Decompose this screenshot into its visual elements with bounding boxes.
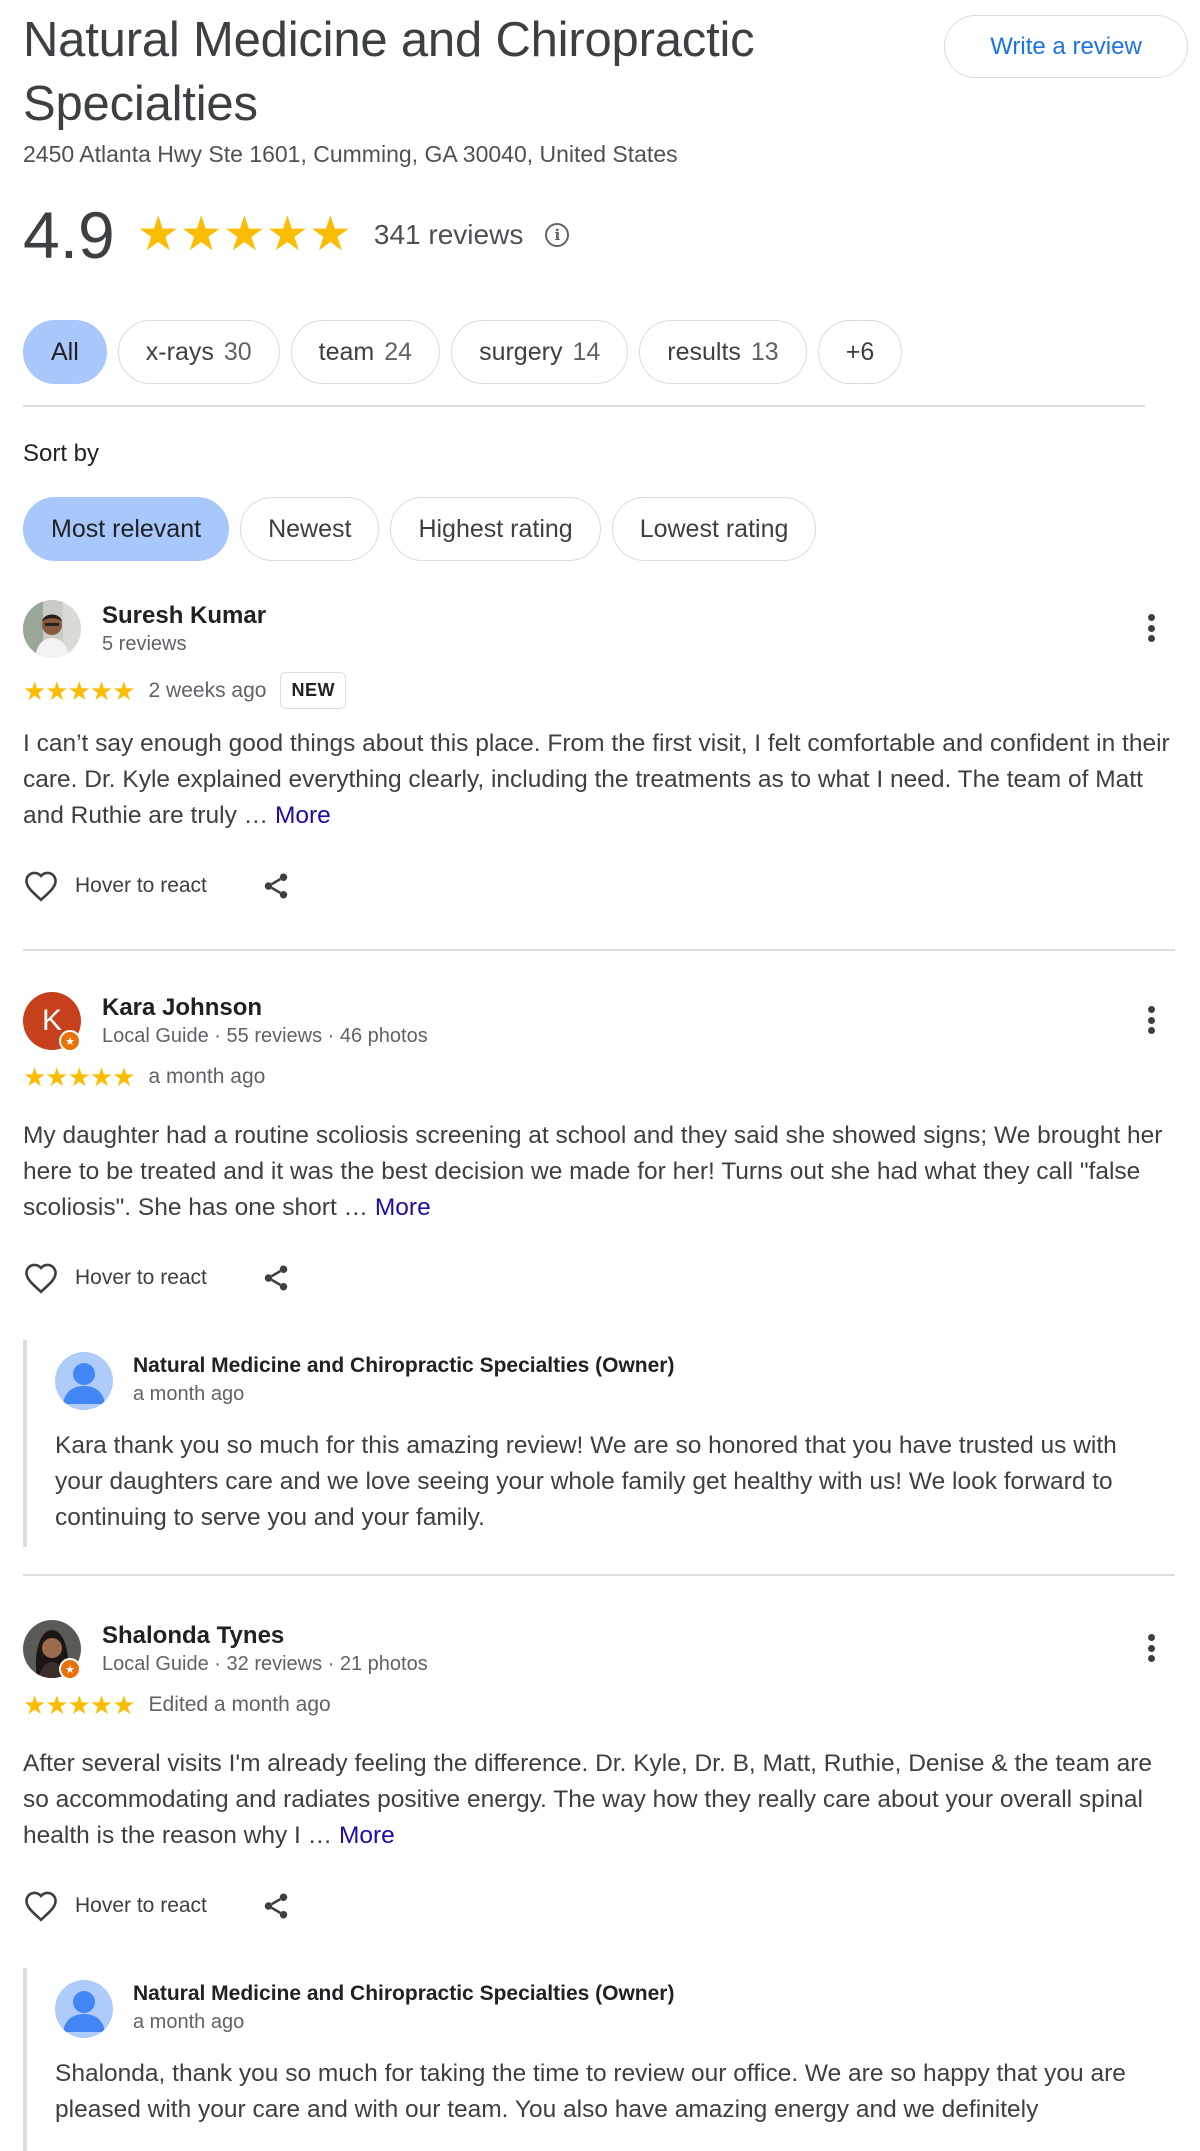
- review-card: ★ Shalonda Tynes Local Guide · 32 review…: [23, 1620, 1173, 1960]
- hover-to-react-label: Hover to react: [75, 1894, 207, 1917]
- review-author[interactable]: Kara Johnson: [102, 994, 262, 1022]
- chip-label: results: [667, 337, 741, 366]
- share-icon[interactable]: [261, 870, 291, 902]
- chip-count: 24: [384, 337, 413, 366]
- more-options-icon[interactable]: [1139, 610, 1163, 646]
- more-link[interactable]: More: [375, 1194, 431, 1221]
- heart-icon[interactable]: [23, 870, 59, 902]
- chip-count: 13: [750, 337, 779, 366]
- review-text-content: After several visits I'm already feeling…: [23, 1750, 1152, 1849]
- review-actions: Hover to react: [23, 1262, 291, 1294]
- topic-filter-chips: All x-rays 30 team 24 surgery 14 results…: [23, 320, 903, 384]
- owner-response: Natural Medicine and Chiropractic Specia…: [23, 1340, 1173, 1547]
- review-date: a month ago: [148, 1065, 266, 1088]
- chip-label: All: [51, 337, 79, 366]
- avatar[interactable]: [23, 600, 81, 658]
- heart-icon[interactable]: [23, 1262, 59, 1294]
- chip-label: +6: [845, 337, 875, 366]
- hover-to-react-label: Hover to react: [75, 1266, 207, 1289]
- more-link[interactable]: More: [339, 1822, 395, 1849]
- sort-chip-most-relevant[interactable]: Most relevant: [23, 497, 230, 561]
- review-text-content: I can’t say enough good things about thi…: [23, 730, 1170, 829]
- review-author-meta: Local Guide · 55 reviews · 46 photos: [102, 1025, 428, 1047]
- review-rating: ★★★★★ a month ago: [23, 1064, 265, 1090]
- chip-label: x-rays: [145, 337, 214, 366]
- local-guide-badge-icon: ★: [59, 1658, 81, 1680]
- filter-chip-more[interactable]: +6: [817, 320, 903, 384]
- sort-chip-lowest-rating[interactable]: Lowest rating: [611, 497, 817, 561]
- filter-chip-results[interactable]: results 13: [639, 320, 807, 384]
- avatar[interactable]: ★: [23, 1620, 81, 1680]
- owner-reply-text: Shalonda, thank you so much for taking t…: [55, 2060, 1126, 2123]
- chip-count: 30: [223, 337, 252, 366]
- divider: [23, 1574, 1175, 1576]
- chip-label: Lowest rating: [639, 514, 789, 543]
- filter-chip-team[interactable]: team 24: [290, 320, 441, 384]
- review-card: Suresh Kumar 5 reviews ★★★★★ 2 weeks ago…: [23, 600, 1173, 940]
- sort-by-label: Sort by: [23, 440, 100, 467]
- star-rating-icon: ★★★★★: [23, 1062, 136, 1092]
- review-text: After several visits I'm already feeling…: [23, 1746, 1173, 1854]
- share-icon[interactable]: [261, 1890, 291, 1922]
- owner-reply-text: Kara thank you so much for this amazing …: [55, 1432, 1117, 1531]
- review-text: I can’t say enough good things about thi…: [23, 726, 1173, 834]
- info-icon[interactable]: i: [545, 223, 570, 247]
- review-text-content: My daughter had a routine scoliosis scre…: [23, 1122, 1163, 1221]
- chip-label: team: [318, 337, 375, 366]
- avatar-letter: K: [41, 1004, 62, 1037]
- more-options-icon[interactable]: [1139, 1630, 1163, 1666]
- business-header: Natural Medicine and Chiropractic Specia…: [23, 8, 923, 168]
- review-actions: Hover to react: [23, 870, 291, 902]
- star-rating-icon: ★★★★★: [23, 1690, 136, 1720]
- review-text: My daughter had a routine scoliosis scre…: [23, 1118, 1173, 1226]
- more-link[interactable]: More: [275, 802, 331, 829]
- filter-chip-surgery[interactable]: surgery 14: [451, 320, 629, 384]
- review-date: Edited a month ago: [148, 1693, 331, 1716]
- owner-reply-date: a month ago: [133, 2011, 245, 2033]
- local-guide-badge-icon: ★: [59, 1030, 81, 1052]
- owner-avatar: [55, 1352, 113, 1410]
- review-rating: ★★★★★ Edited a month ago: [23, 1692, 331, 1718]
- write-review-button[interactable]: Write a review: [944, 15, 1188, 78]
- business-name: Natural Medicine and Chiropractic Specia…: [23, 13, 755, 131]
- avatar[interactable]: K ★: [23, 992, 81, 1052]
- business-address: 2450 Atlanta Hwy Ste 1601, Cumming, GA 3…: [23, 141, 678, 167]
- more-options-icon[interactable]: [1139, 1002, 1163, 1038]
- review-date: 2 weeks ago: [148, 678, 267, 702]
- chip-label: Highest rating: [418, 514, 573, 543]
- chip-count: 14: [572, 337, 601, 366]
- share-icon[interactable]: [261, 1262, 291, 1294]
- filter-chip-x-rays[interactable]: x-rays 30: [117, 320, 280, 384]
- review-author-meta: 5 reviews: [102, 633, 187, 655]
- sort-chip-highest-rating[interactable]: Highest rating: [390, 497, 601, 561]
- owner-name: Natural Medicine and Chiropractic Specia…: [133, 1354, 675, 1377]
- owner-avatar: [55, 1980, 113, 2038]
- review-author[interactable]: Suresh Kumar: [102, 602, 266, 630]
- star-rating-icon: ★★★★★: [136, 208, 352, 261]
- review-rating: ★★★★★ 2 weeks ago NEW: [23, 672, 346, 709]
- filter-chip-all[interactable]: All: [23, 320, 107, 384]
- owner-reply-date: a month ago: [133, 1383, 245, 1405]
- owner-response: Natural Medicine and Chiropractic Specia…: [23, 1968, 1173, 2151]
- chip-label: Most relevant: [51, 514, 202, 543]
- divider: [23, 949, 1175, 951]
- new-badge: NEW: [280, 672, 346, 709]
- owner-name: Natural Medicine and Chiropractic Specia…: [133, 1982, 675, 2005]
- heart-icon[interactable]: [23, 1890, 59, 1922]
- divider: [23, 405, 1145, 407]
- sort-chip-newest[interactable]: Newest: [240, 497, 380, 561]
- star-rating-icon: ★★★★★: [23, 675, 136, 706]
- chip-label: surgery: [479, 337, 563, 366]
- rating-summary: 4.9 ★★★★★ 341 reviews i: [23, 198, 570, 272]
- review-actions: Hover to react: [23, 1890, 291, 1922]
- review-card: K ★ Kara Johnson Local Guide · 55 review…: [23, 992, 1173, 1332]
- average-rating: 4.9: [23, 198, 115, 272]
- chip-label: Newest: [268, 514, 352, 543]
- hover-to-react-label: Hover to react: [75, 874, 207, 897]
- sort-options: Most relevant Newest Highest rating Lowe…: [23, 497, 817, 561]
- review-count: 341 reviews: [373, 219, 524, 250]
- review-author[interactable]: Shalonda Tynes: [102, 1622, 284, 1650]
- review-author-meta: Local Guide · 32 reviews · 21 photos: [102, 1653, 428, 1675]
